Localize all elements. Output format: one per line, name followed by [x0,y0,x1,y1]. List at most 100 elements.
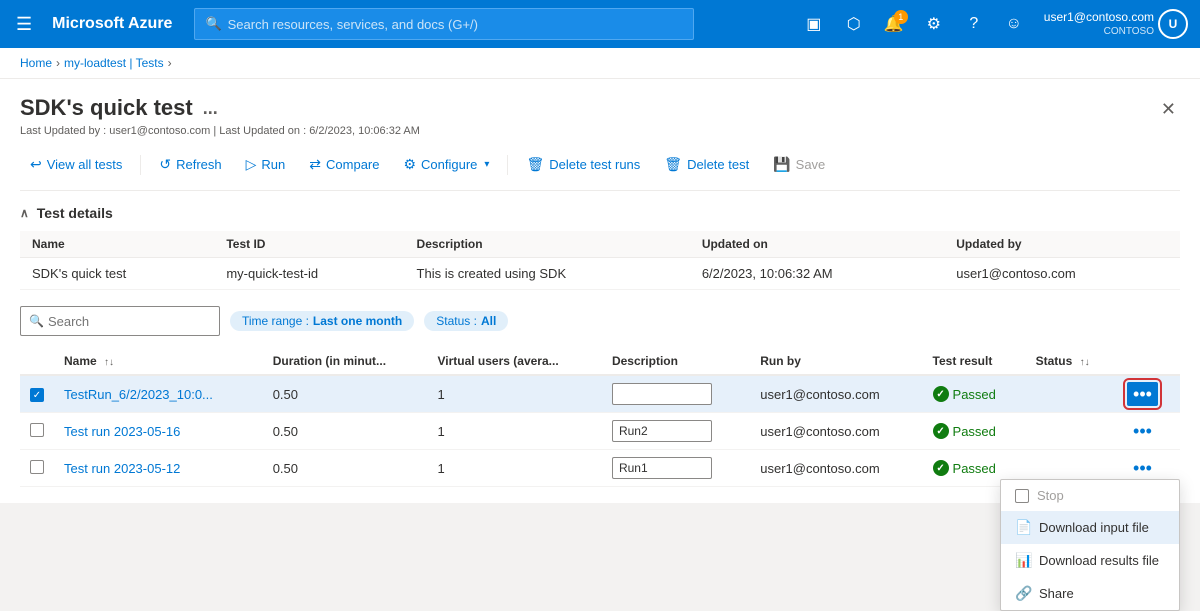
configure-button[interactable]: ⚙ Configure ▾ [393,151,499,178]
runs-col-actions [1117,348,1180,375]
context-menu: Stop 📄 Download input file 📊 Download re… [1000,479,1180,611]
row-more-button[interactable]: ••• [1127,456,1158,480]
cloud-shell-icon[interactable]: ⬡ [836,6,872,42]
run-status-cell [1026,375,1117,413]
run-name-link[interactable]: Test run 2023-05-16 [64,424,180,439]
table-row: ✓TestRun_6/2/2023_10:0...0.501user1@cont… [20,375,1180,413]
stop-checkbox [1015,489,1029,503]
settings-icon[interactable]: ⚙ [916,6,952,42]
section-chevron-icon: ∧ [20,206,29,220]
runs-header-row: Name ↑↓ Duration (in minut... Virtual us… [20,348,1180,375]
page-title-section: SDK's quick test ... Last Updated by : u… [20,95,420,137]
runs-search-icon: 🔍 [29,314,44,328]
run-description-input[interactable] [612,383,712,405]
page-header: SDK's quick test ... Last Updated by : u… [20,95,1180,137]
runs-toolbar: 🔍 Time range : Last one month Status : A… [20,306,1180,336]
refresh-icon: ↺ [159,156,171,173]
toolbar: ↩ View all tests ↺ Refresh ▷ Run ⇄ Compa… [20,151,1180,191]
global-search-input[interactable] [228,17,684,32]
details-updated-by-cell: user1@contoso.com [944,258,1180,290]
refresh-button[interactable]: ↺ Refresh [149,151,231,178]
run-test-result-cell: Passed [923,413,1026,450]
run-name-link[interactable]: Test run 2023-05-12 [64,461,180,476]
time-range-filter[interactable]: Time range : Last one month [230,311,414,331]
context-menu-stop[interactable]: Stop [1001,480,1179,511]
breadcrumb-loadtest[interactable]: my-loadtest | Tests [64,56,164,70]
download-input-label: Download input file [1039,520,1149,535]
close-button[interactable]: ✕ [1157,95,1180,124]
terminal-icon[interactable]: ▣ [796,6,832,42]
username-label: user1@contoso.com [1044,10,1154,26]
details-testid-cell: my-quick-test-id [214,258,404,290]
run-name-cell: TestRun_6/2/2023_10:0... [54,375,263,413]
runs-col-checkbox [20,348,54,375]
run-actions-cell: ••• [1117,375,1180,413]
run-virtual-users-cell: 1 [427,450,601,487]
run-name-link[interactable]: TestRun_6/2/2023_10:0... [64,387,213,402]
runs-col-name[interactable]: Name ↑↓ [54,348,263,375]
delete-test-runs-button[interactable]: 🗑 Delete test runs [516,151,650,178]
notifications-icon[interactable]: 🔔 1 [876,6,912,42]
test-details-section-header[interactable]: ∧ Test details [20,191,1180,231]
user-avatar[interactable]: U [1158,9,1188,39]
run-description-input[interactable] [612,457,712,479]
row-more-button[interactable]: ••• [1127,382,1158,406]
breadcrumb-home[interactable]: Home [20,56,52,70]
page-title: SDK's quick test ... [20,95,420,121]
row-checkbox[interactable]: ✓ [30,388,44,402]
view-all-tests-button[interactable]: ↩ View all tests [20,151,132,178]
top-navigation: ☰ Microsoft Azure 🔍 ▣ ⬡ 🔔 1 ⚙ ? ☺ user1@… [0,0,1200,48]
download-input-icon: 📄 [1015,519,1031,536]
org-label: CONTOSO [1044,25,1154,38]
compare-button[interactable]: ⇄ Compare [299,151,389,178]
run-button[interactable]: ▷ Run [236,151,296,178]
configure-icon: ⚙ [403,156,416,173]
save-icon: 💾 [773,156,790,173]
compare-icon: ⇄ [309,156,321,173]
download-results-label: Download results file [1039,553,1159,568]
test-details-label: Test details [37,205,113,221]
user-info: user1@contoso.com CONTOSO [1044,10,1154,39]
run-description-input[interactable] [612,420,712,442]
context-menu-download-input[interactable]: 📄 Download input file [1001,511,1179,544]
run-actions-cell: ••• [1117,413,1180,450]
view-all-tests-icon: ↩ [30,156,42,173]
run-by-cell: user1@contoso.com [750,413,922,450]
runs-col-status[interactable]: Status ↑↓ [1026,348,1117,375]
runs-col-test-result: Test result [923,348,1026,375]
run-duration-cell: 0.50 [263,413,428,450]
runs-search-input[interactable] [48,314,211,329]
runs-table: Name ↑↓ Duration (in minut... Virtual us… [20,348,1180,487]
runs-col-run-by: Run by [750,348,922,375]
row-checkbox[interactable] [30,423,44,437]
toolbar-separator-2 [507,155,508,175]
details-col-name: Name [20,231,214,258]
run-duration-cell: 0.50 [263,450,428,487]
save-button[interactable]: 💾 Save [763,151,835,178]
status-sort-icon: ↑↓ [1080,357,1090,368]
details-col-updated-on: Updated on [690,231,944,258]
page-meta: Last Updated by : user1@contoso.com | La… [20,125,420,137]
details-updated-on-cell: 6/2/2023, 10:06:32 AM [690,258,944,290]
delete-test-button[interactable]: 🗑 Delete test [654,151,759,178]
status-filter[interactable]: Status : All [424,311,508,331]
share-icon: 🔗 [1015,585,1031,602]
help-icon[interactable]: ? [956,6,992,42]
hamburger-menu[interactable]: ☰ [12,10,36,39]
row-more-button[interactable]: ••• [1127,419,1158,443]
table-row: Test run 2023-05-160.501user1@contoso.co… [20,413,1180,450]
main-content: SDK's quick test ... Last Updated by : u… [0,79,1200,503]
context-menu-download-results[interactable]: 📊 Download results file [1001,544,1179,577]
name-sort-icon: ↑↓ [104,357,114,368]
download-results-icon: 📊 [1015,552,1031,569]
run-duration-cell: 0.50 [263,375,428,413]
run-test-result-cell: Passed [923,375,1026,413]
search-icon: 🔍 [205,16,221,32]
details-name-cell: SDK's quick test [20,258,214,290]
stop-label: Stop [1037,488,1064,503]
title-ellipsis-button[interactable]: ... [203,98,218,119]
row-checkbox[interactable] [30,460,44,474]
feedback-icon[interactable]: ☺ [996,6,1032,42]
runs-col-description: Description [602,348,750,375]
context-menu-share[interactable]: 🔗 Share [1001,577,1179,610]
